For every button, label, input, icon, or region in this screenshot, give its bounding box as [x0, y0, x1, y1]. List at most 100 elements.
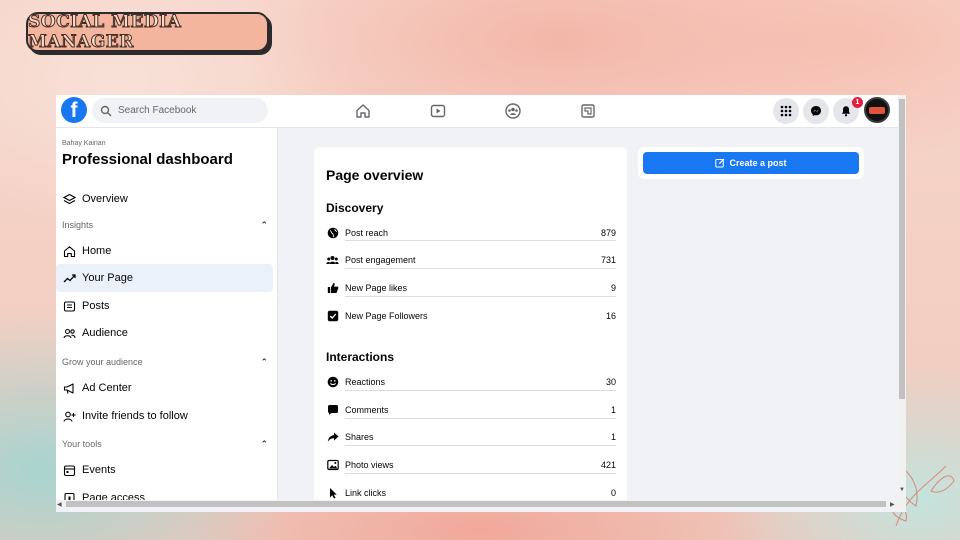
- metric-name: Link clicks: [345, 488, 387, 498]
- sidebar-item-page-access[interactable]: Page access: [56, 484, 273, 500]
- sidebar-item-ad-center[interactable]: Ad Center: [56, 374, 273, 402]
- page-title: Professional dashboard: [62, 151, 233, 168]
- watch-icon[interactable]: [428, 101, 448, 121]
- sidebar-item-label: Audience: [82, 327, 128, 339]
- section-header-grow-your-audience[interactable]: Grow your audience ⌃: [62, 355, 268, 369]
- badge-title-text: SOCIAL MEDIA MANAGER: [28, 12, 182, 53]
- vertical-scrollbar-thumb[interactable]: [899, 99, 905, 399]
- trend-line-icon: [62, 271, 76, 285]
- home-icon[interactable]: [353, 101, 373, 121]
- section-label: Your tools: [62, 439, 102, 449]
- scroll-left-arrow-icon[interactable]: ◀: [57, 501, 62, 508]
- horizontal-scrollbar-thumb[interactable]: [66, 501, 886, 507]
- sidebar: Bahay Kainan Professional dashboard Over…: [56, 128, 278, 500]
- metric-name: Photo views: [345, 460, 394, 470]
- megaphone-icon: [62, 381, 76, 395]
- sidebar-item-your-page[interactable]: Your Page: [56, 264, 273, 292]
- metric-row-comments[interactable]: Comments 1: [326, 401, 616, 419]
- top-navigation-bar: f Search Facebook 1: [56, 95, 906, 128]
- create-post-button[interactable]: Create a post: [643, 152, 859, 174]
- chevron-up-icon: ⌃: [260, 438, 268, 449]
- page-overview-card: Page overview Discovery Post reach 879 P…: [314, 147, 627, 507]
- search-input[interactable]: [118, 105, 258, 116]
- edit-icon: [715, 158, 725, 168]
- metric-row-post-engagement[interactable]: Post engagement 731: [326, 251, 616, 269]
- audience-icon: [62, 326, 76, 340]
- check-square-icon: [326, 310, 339, 323]
- discovery-heading: Discovery: [326, 201, 384, 215]
- sidebar-item-label: Invite friends to follow: [82, 410, 188, 422]
- posts-icon: [62, 299, 76, 313]
- metric-value: 1: [610, 432, 616, 442]
- metric-row-new-page-followers[interactable]: New Page Followers 16: [326, 307, 616, 325]
- sidebar-item-posts[interactable]: Posts: [56, 292, 273, 320]
- sidebar-item-events[interactable]: Events: [56, 456, 273, 484]
- thumbs-up-icon: [326, 282, 339, 295]
- divider: [345, 268, 616, 269]
- metric-value: 879: [600, 228, 616, 238]
- sidebar-item-label: Home: [82, 245, 112, 257]
- page-owner-name: Bahay Kainan: [62, 140, 106, 147]
- notification-count-badge: 1: [852, 97, 863, 108]
- overview-title: Page overview: [326, 167, 424, 183]
- smiley-icon: [326, 376, 339, 389]
- share-icon: [326, 431, 339, 444]
- vertical-scrollbar[interactable]: ▼: [898, 95, 906, 500]
- metric-name: New Page Followers: [345, 311, 428, 321]
- layers-icon: [62, 192, 76, 206]
- metric-row-reactions[interactable]: Reactions 30: [326, 373, 616, 391]
- metric-value: 9: [610, 283, 616, 293]
- divider: [345, 390, 616, 391]
- metric-value: 1: [610, 405, 616, 415]
- scroll-down-arrow-icon[interactable]: ▼: [899, 487, 905, 493]
- search-box[interactable]: [92, 98, 268, 123]
- avatar[interactable]: [864, 97, 890, 123]
- sidebar-item-invite-friends[interactable]: Invite friends to follow: [56, 402, 273, 430]
- calendar-icon: [62, 463, 76, 477]
- notifications-button[interactable]: 1: [833, 97, 863, 124]
- menu-grid-icon[interactable]: [773, 98, 799, 124]
- gaming-icon[interactable]: [578, 101, 598, 121]
- key-icon: [62, 491, 76, 500]
- section-label: Insights: [62, 220, 94, 230]
- cursor-icon: [326, 487, 339, 500]
- metric-name: Shares: [345, 432, 374, 442]
- home-icon: [62, 244, 76, 258]
- metric-value: 731: [600, 255, 616, 265]
- metric-name: New Page likes: [345, 283, 408, 293]
- metric-name: Post engagement: [345, 255, 416, 265]
- section-header-insights[interactable]: Insights ⌃: [62, 218, 268, 232]
- metric-value: 421: [600, 460, 616, 470]
- facebook-logo[interactable]: f: [61, 97, 87, 123]
- metric-name: Reactions: [345, 377, 386, 387]
- create-post-label: Create a post: [729, 158, 787, 168]
- interactions-heading: Interactions: [326, 350, 395, 364]
- metric-row-photo-views[interactable]: Photo views 421: [326, 456, 616, 474]
- divider: [345, 445, 616, 446]
- comment-icon: [326, 404, 339, 417]
- add-friend-icon: [62, 409, 76, 423]
- sidebar-item-overview[interactable]: Overview: [56, 185, 273, 213]
- people-icon: [326, 254, 339, 267]
- facebook-logo-letter: f: [70, 99, 78, 122]
- chevron-up-icon: ⌃: [260, 356, 268, 367]
- messenger-icon[interactable]: [803, 98, 829, 124]
- divider: [345, 473, 616, 474]
- sidebar-item-audience[interactable]: Audience: [56, 319, 273, 347]
- avatar-logo: [869, 106, 885, 114]
- divider: [345, 240, 616, 241]
- bell-icon: [841, 106, 851, 117]
- section-label: Grow your audience: [62, 357, 143, 367]
- metric-row-new-page-likes[interactable]: New Page likes 9: [326, 279, 616, 297]
- groups-icon[interactable]: [503, 101, 523, 121]
- metric-row-shares[interactable]: Shares 1: [326, 428, 616, 446]
- sidebar-item-label: Overview: [82, 193, 128, 205]
- scroll-right-arrow-icon[interactable]: ▶: [890, 501, 895, 508]
- sidebar-item-home[interactable]: Home: [56, 237, 273, 265]
- metric-name: Comments: [345, 405, 389, 415]
- create-post-card: Create a post: [638, 147, 864, 179]
- section-header-your-tools[interactable]: Your tools ⌃: [62, 437, 268, 451]
- horizontal-scrollbar[interactable]: ◀ ▶: [56, 500, 906, 508]
- divider: [345, 296, 616, 297]
- globe-icon: [326, 227, 339, 240]
